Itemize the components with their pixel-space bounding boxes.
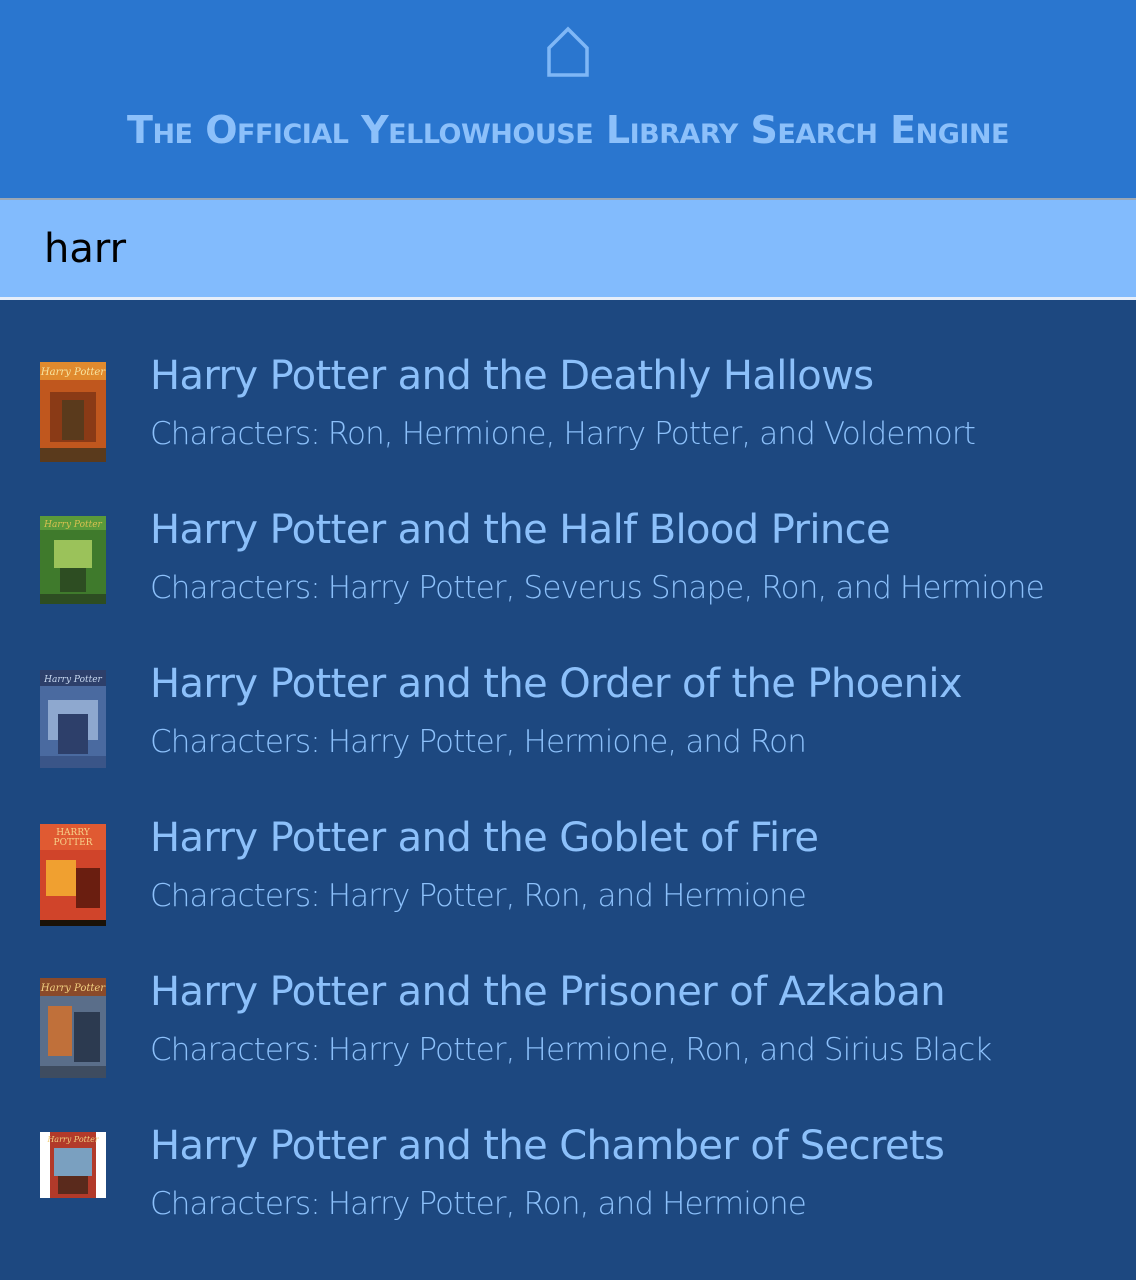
- book-cover-image: Harry Potter: [40, 1132, 106, 1198]
- svg-text:Harry Potter: Harry Potter: [46, 1135, 99, 1144]
- book-cover-image: Harry Potter: [40, 516, 106, 604]
- result-item[interactable]: Harry Potter Harry Potter and the Order …: [0, 608, 1136, 768]
- site-title: The Official Yellowhouse Library Search …: [127, 108, 1009, 152]
- result-item[interactable]: Harry Potter Harry Potter and the Prison…: [0, 916, 1136, 1078]
- book-characters: Characters: Harry Potter, Ron, and Hermio…: [150, 1186, 807, 1222]
- svg-text:Harry Potter: Harry Potter: [43, 520, 102, 530]
- search-input[interactable]: [0, 200, 1136, 297]
- book-cover-image: Harry Potter: [40, 978, 106, 1078]
- book-title: Harry Potter and the Order of the Phoeni…: [150, 661, 963, 707]
- book-characters: Characters: Harry Potter, Hermione, and R…: [150, 724, 807, 760]
- svg-text:POTTER: POTTER: [54, 838, 93, 848]
- search-bar: [0, 198, 1136, 300]
- result-item[interactable]: HARRY POTTER Harry Potter and the Goblet…: [0, 762, 1136, 926]
- book-characters: Characters: Harry Potter, Severus Snape, …: [150, 570, 1045, 606]
- svg-text:Harry Potter: Harry Potter: [40, 367, 106, 378]
- book-cover-image: Harry Potter: [40, 362, 106, 462]
- book-title: Harry Potter and the Prisoner of Azkaban: [150, 969, 946, 1015]
- book-characters: Characters: Harry Potter, Hermione, Ron, …: [150, 1032, 992, 1068]
- book-characters: Characters: Harry Potter, Ron, and Hermio…: [150, 878, 807, 914]
- book-cover-image: Harry Potter: [40, 670, 106, 768]
- home-icon[interactable]: [546, 26, 590, 78]
- result-item[interactable]: Harry Potter Harry Potter and the Half B…: [0, 454, 1136, 608]
- result-item[interactable]: Harry Potter Harry Potter and the Chambe…: [0, 1070, 1136, 1224]
- svg-text:Harry Potter: Harry Potter: [43, 675, 102, 685]
- book-characters: Characters: Ron, Hermione, Harry Potter, …: [150, 416, 976, 452]
- book-title: Harry Potter and the Goblet of Fire: [150, 815, 819, 861]
- book-cover-image: HARRY POTTER: [40, 824, 106, 926]
- result-item[interactable]: Harry Potter Harry Potter and the Deathl…: [0, 300, 1136, 462]
- svg-text:HARRY: HARRY: [56, 828, 91, 838]
- svg-text:Harry Potter: Harry Potter: [40, 983, 106, 994]
- header: The Official Yellowhouse Library Search …: [0, 0, 1136, 198]
- book-title: Harry Potter and the Chamber of Secrets: [150, 1123, 945, 1169]
- book-title: Harry Potter and the Half Blood Prince: [150, 507, 891, 553]
- book-title: Harry Potter and the Deathly Hallows: [150, 353, 874, 399]
